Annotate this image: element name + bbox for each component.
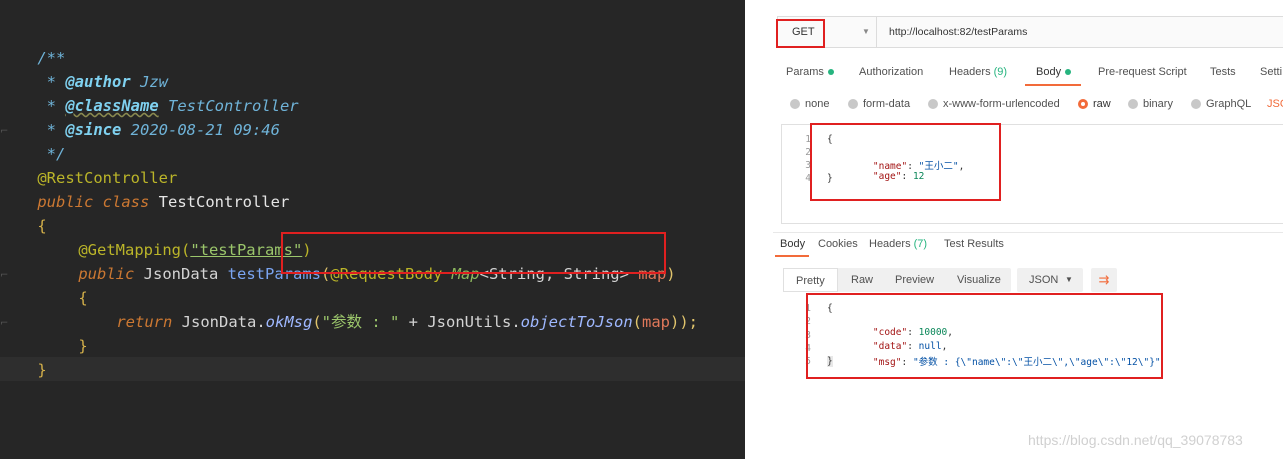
tab-prerequest-script[interactable]: Pre-request Script bbox=[1098, 66, 1187, 78]
code-line-12: return JsonData.okMsg("参数 : " + JsonUtil… bbox=[116, 313, 698, 331]
body-type-label: form-data bbox=[863, 98, 911, 110]
tab-headers[interactable]: Headers (9) bbox=[949, 66, 1007, 78]
view-preview-button[interactable]: Preview bbox=[883, 268, 946, 292]
tab-settings[interactable]: Setti bbox=[1260, 66, 1282, 78]
tab-authorization[interactable]: Authorization bbox=[859, 66, 923, 78]
highlight-box-request-json bbox=[810, 123, 1001, 201]
code-line-1: /** bbox=[37, 49, 66, 67]
code-line-3: * @className TestController bbox=[37, 97, 299, 115]
active-tab-indicator bbox=[775, 255, 809, 257]
active-tab-indicator bbox=[1025, 84, 1081, 86]
code-line-13: } bbox=[78, 337, 88, 355]
status-dot-icon bbox=[1065, 69, 1072, 76]
tab-test-results[interactable]: Test Results bbox=[944, 238, 1004, 250]
code-line-2: * @author Jzw bbox=[37, 73, 168, 91]
radio-none[interactable] bbox=[790, 99, 800, 109]
fold-marker-icon[interactable]: ⌐ bbox=[0, 126, 8, 140]
chevron-down-icon: ▼ bbox=[862, 27, 870, 36]
code-line-8: { bbox=[37, 217, 47, 235]
highlight-box-request-body bbox=[281, 232, 666, 274]
highlight-box-response-json bbox=[806, 293, 1163, 379]
body-type-label: none bbox=[805, 98, 830, 110]
body-type-label: GraphQL bbox=[1206, 98, 1252, 110]
code-editor[interactable]: /** * @author Jzw * @className TestContr… bbox=[0, 0, 745, 459]
status-dot-icon bbox=[827, 69, 834, 76]
response-format-select[interactable]: JSON ▼ bbox=[1017, 268, 1083, 292]
view-visualize-button[interactable]: Visualize bbox=[945, 268, 1013, 292]
code-line-4: * @since 2020-08-21 09:46 bbox=[37, 121, 280, 139]
fold-marker-icon[interactable]: ⌐ bbox=[0, 270, 8, 284]
code-line-14: } bbox=[37, 361, 47, 379]
watermark: https://blog.csdn.net/qq_39078783 bbox=[1028, 432, 1243, 448]
radio-raw[interactable] bbox=[1078, 99, 1088, 109]
panel-divider bbox=[745, 0, 773, 459]
divider-line bbox=[773, 232, 1283, 233]
code-line-11: { bbox=[78, 289, 88, 307]
code-line-6: @RestController bbox=[37, 169, 178, 187]
body-type-label: x-www-form-urlencoded bbox=[943, 98, 1060, 110]
tab-response-cookies[interactable]: Cookies bbox=[818, 238, 858, 250]
code-line-7: public class TestController bbox=[37, 193, 290, 211]
tab-params[interactable]: Params bbox=[786, 66, 834, 78]
code-line-5: */ bbox=[37, 145, 66, 163]
postman-panel: GET ▼ http://localhost:82/testParams Par… bbox=[773, 0, 1283, 459]
url-text: http://localhost:82/testParams bbox=[889, 26, 1028, 38]
highlight-box-method bbox=[776, 19, 825, 48]
tab-response-headers[interactable]: Headers (7) bbox=[869, 238, 927, 250]
url-input[interactable]: http://localhost:82/testParams bbox=[877, 16, 1283, 48]
view-mode-group: Pretty Raw Preview Visualize bbox=[783, 268, 1011, 292]
fold-marker-icon[interactable]: ⌐ bbox=[0, 318, 8, 332]
tab-response-body[interactable]: Body bbox=[780, 238, 805, 250]
current-line-highlight bbox=[0, 357, 745, 381]
chevron-down-icon: ▼ bbox=[1065, 275, 1073, 284]
view-pretty-button[interactable]: Pretty bbox=[783, 268, 838, 292]
view-raw-button[interactable]: Raw bbox=[839, 268, 885, 292]
body-type-label: binary bbox=[1143, 98, 1173, 110]
body-type-label: raw bbox=[1093, 98, 1111, 110]
radio-urlencoded[interactable] bbox=[928, 99, 938, 109]
tab-body[interactable]: Body bbox=[1036, 66, 1072, 78]
tab-tests[interactable]: Tests bbox=[1210, 66, 1236, 78]
wrap-lines-icon[interactable]: ⇉ bbox=[1091, 268, 1117, 292]
code-line-9: @GetMapping("testParams") bbox=[78, 241, 312, 259]
format-label: JSON bbox=[1029, 274, 1059, 286]
radio-binary[interactable] bbox=[1128, 99, 1138, 109]
format-dropdown-json[interactable]: JSO bbox=[1267, 98, 1283, 110]
radio-graphql[interactable] bbox=[1191, 99, 1201, 109]
radio-form-data[interactable] bbox=[848, 99, 858, 109]
